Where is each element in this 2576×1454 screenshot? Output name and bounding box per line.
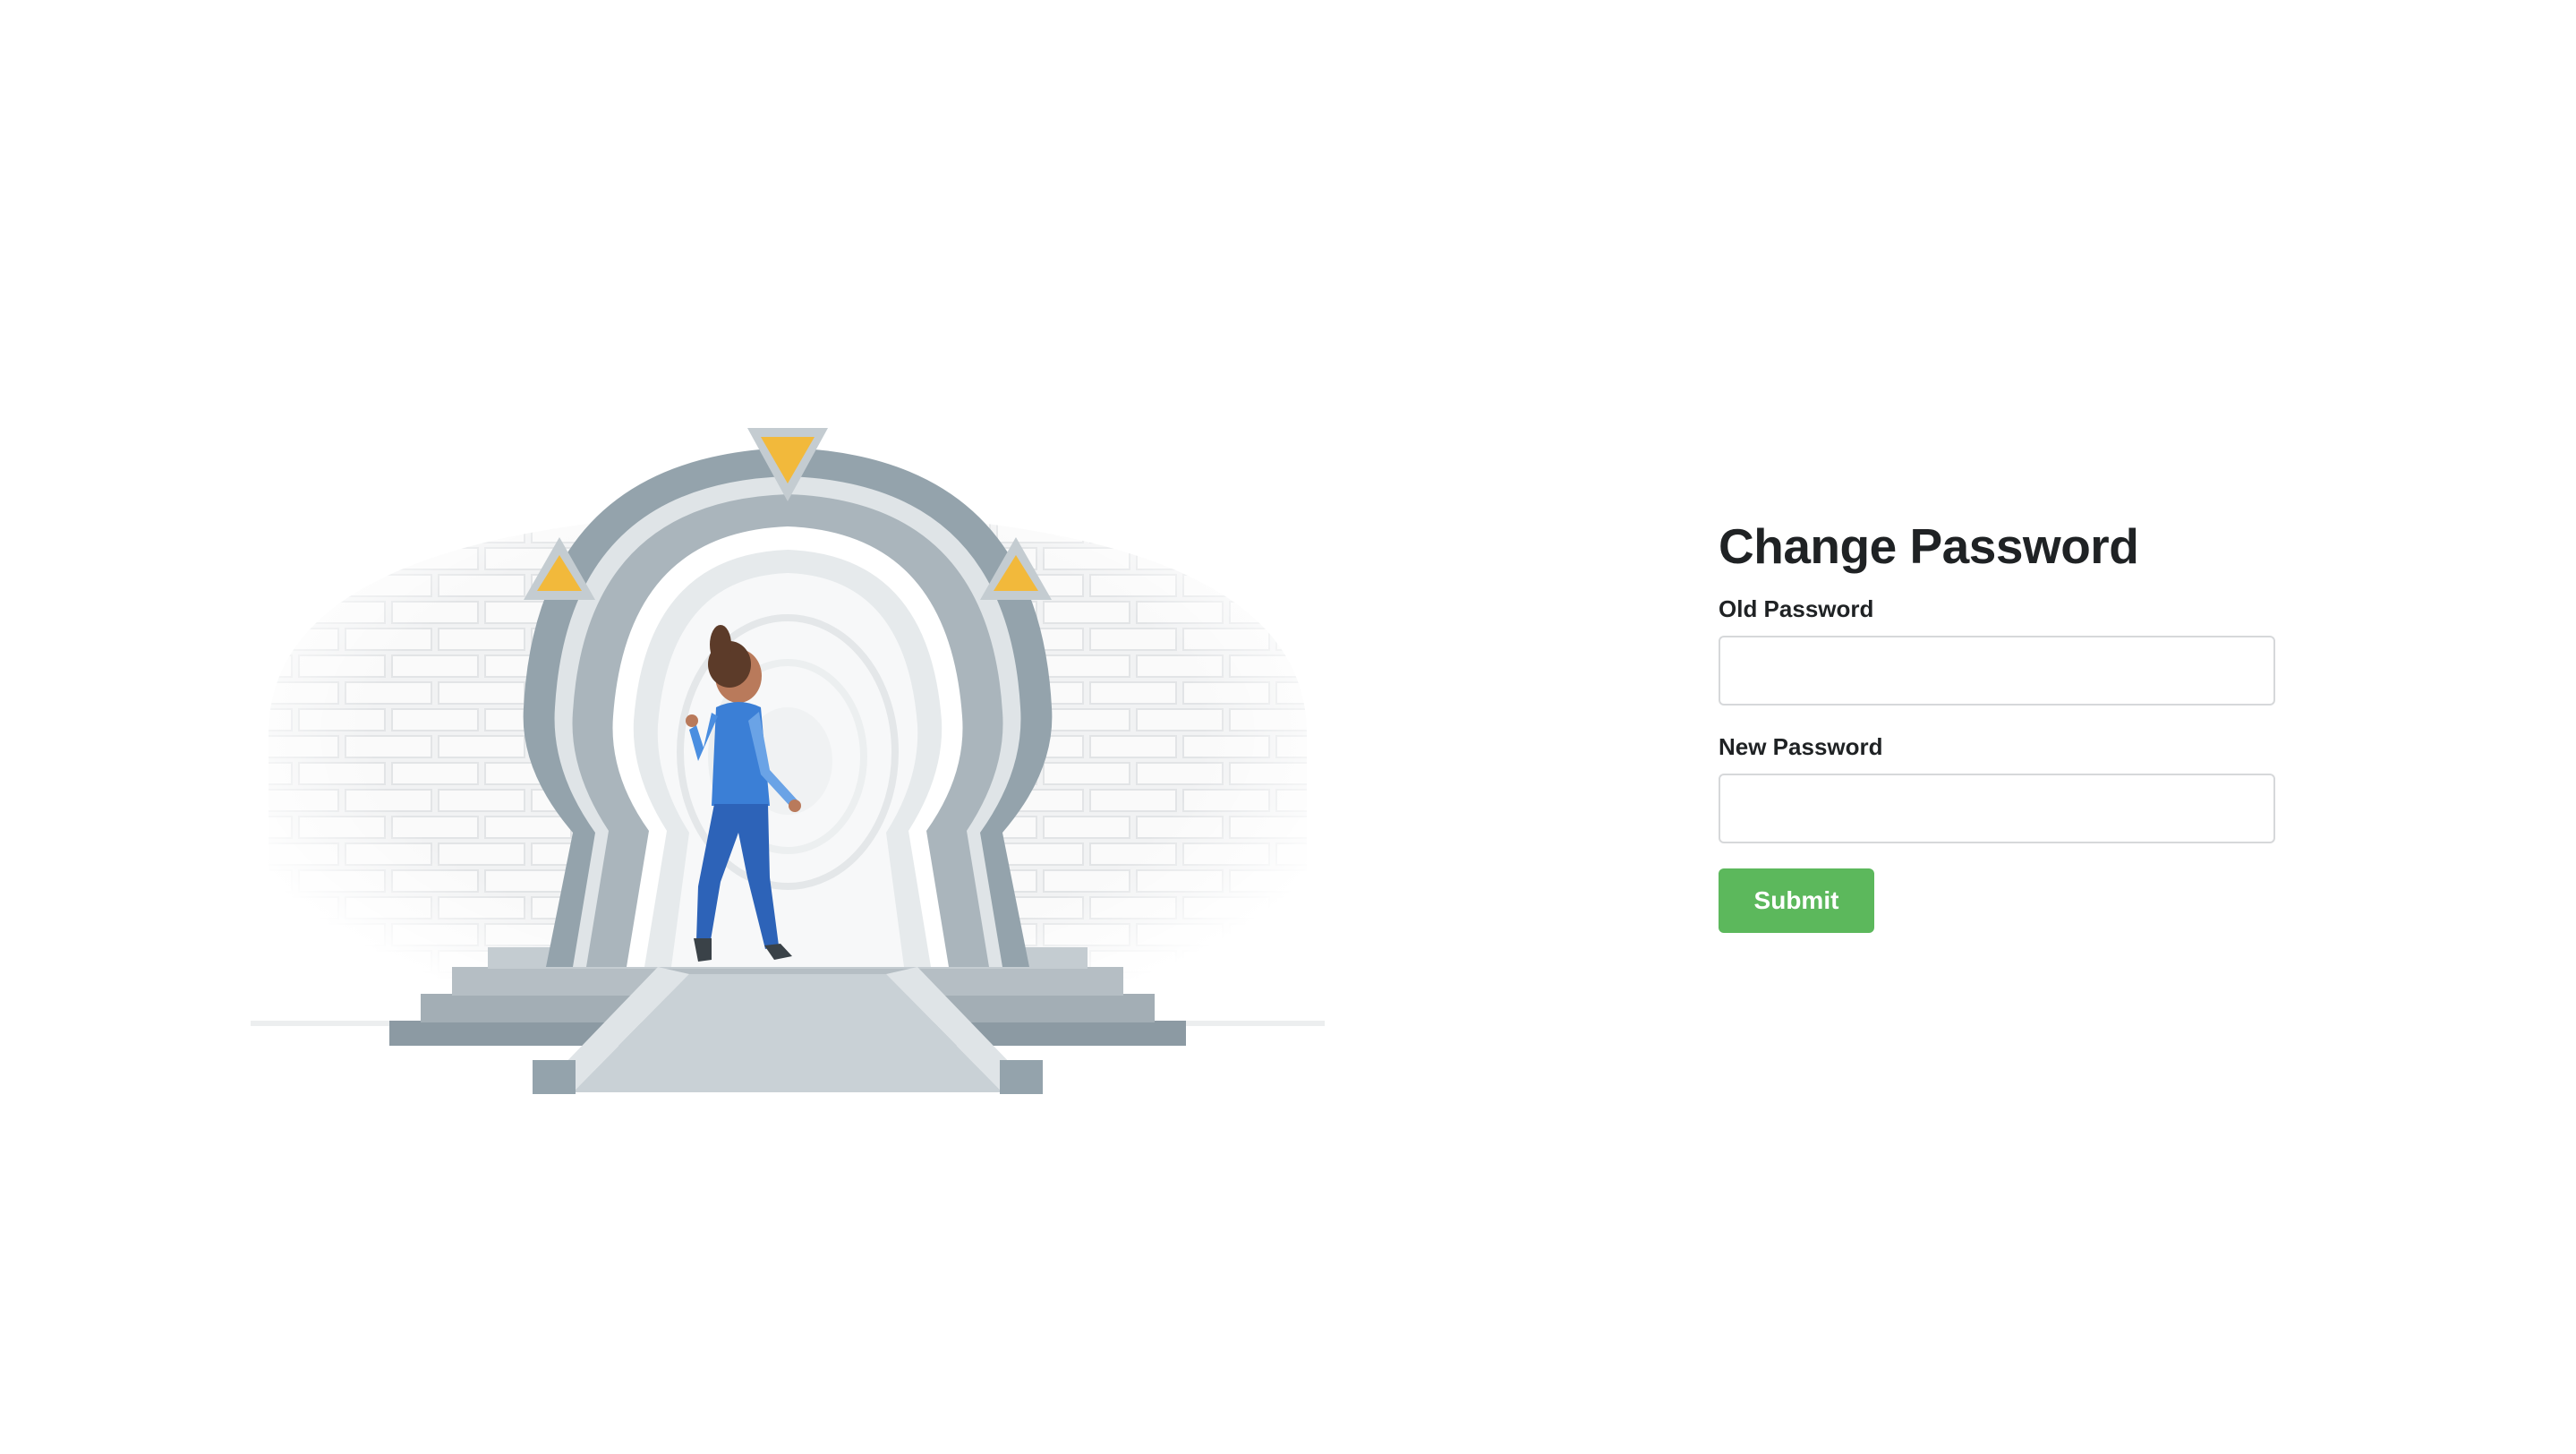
- submit-button[interactable]: Submit: [1719, 868, 1874, 933]
- portal-arch: [523, 448, 1053, 967]
- page-title: Change Password: [1719, 518, 2139, 574]
- new-password-field[interactable]: [1719, 774, 2275, 843]
- change-password-form: Change Password Old Password New Passwor…: [1719, 510, 2277, 933]
- change-password-page: Change Password Old Password New Passwor…: [0, 0, 2576, 1454]
- keyhole-portal-illustration: [251, 412, 1325, 1110]
- old-password-label: Old Password: [1719, 595, 1874, 622]
- old-password-field[interactable]: [1719, 636, 2275, 706]
- new-password-label: New Password: [1719, 733, 1883, 760]
